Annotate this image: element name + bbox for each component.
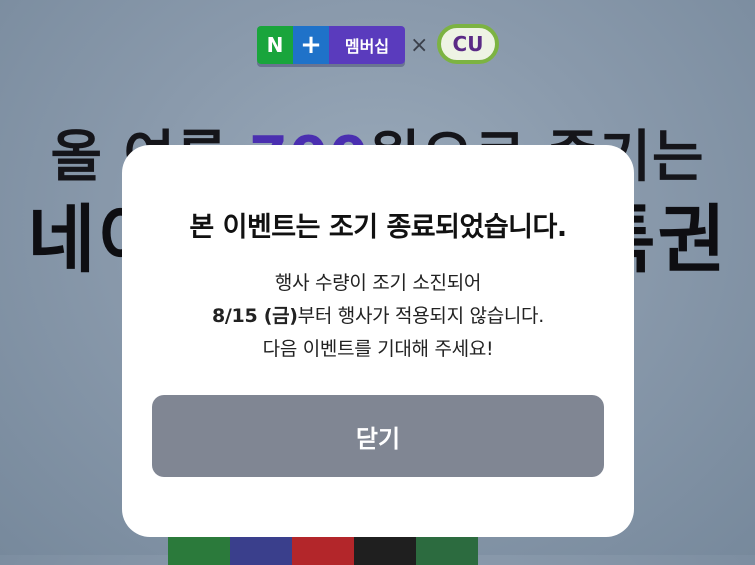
close-button[interactable]: 닫기: [152, 395, 604, 477]
end-date: 8/15 (금): [212, 305, 298, 327]
message-line-2-rest: 부터 행사가 적용되지 않습니다.: [297, 305, 545, 327]
event-ended-modal: 본 이벤트는 조기 종료되었습니다. 행사 수량이 조기 소진되어 8/15 (…: [122, 145, 634, 537]
message-line-2: 8/15 (금)부터 행사가 적용되지 않습니다.: [122, 300, 634, 333]
modal-message: 행사 수량이 조기 소진되어 8/15 (금)부터 행사가 적용되지 않습니다.…: [122, 267, 634, 366]
modal-overlay: 본 이벤트는 조기 종료되었습니다. 행사 수량이 조기 소진되어 8/15 (…: [0, 0, 755, 555]
message-line-1: 행사 수량이 조기 소진되어: [274, 272, 482, 294]
modal-title: 본 이벤트는 조기 종료되었습니다.: [189, 212, 567, 243]
message-line-3: 다음 이벤트를 기대해 주세요!: [262, 338, 494, 360]
